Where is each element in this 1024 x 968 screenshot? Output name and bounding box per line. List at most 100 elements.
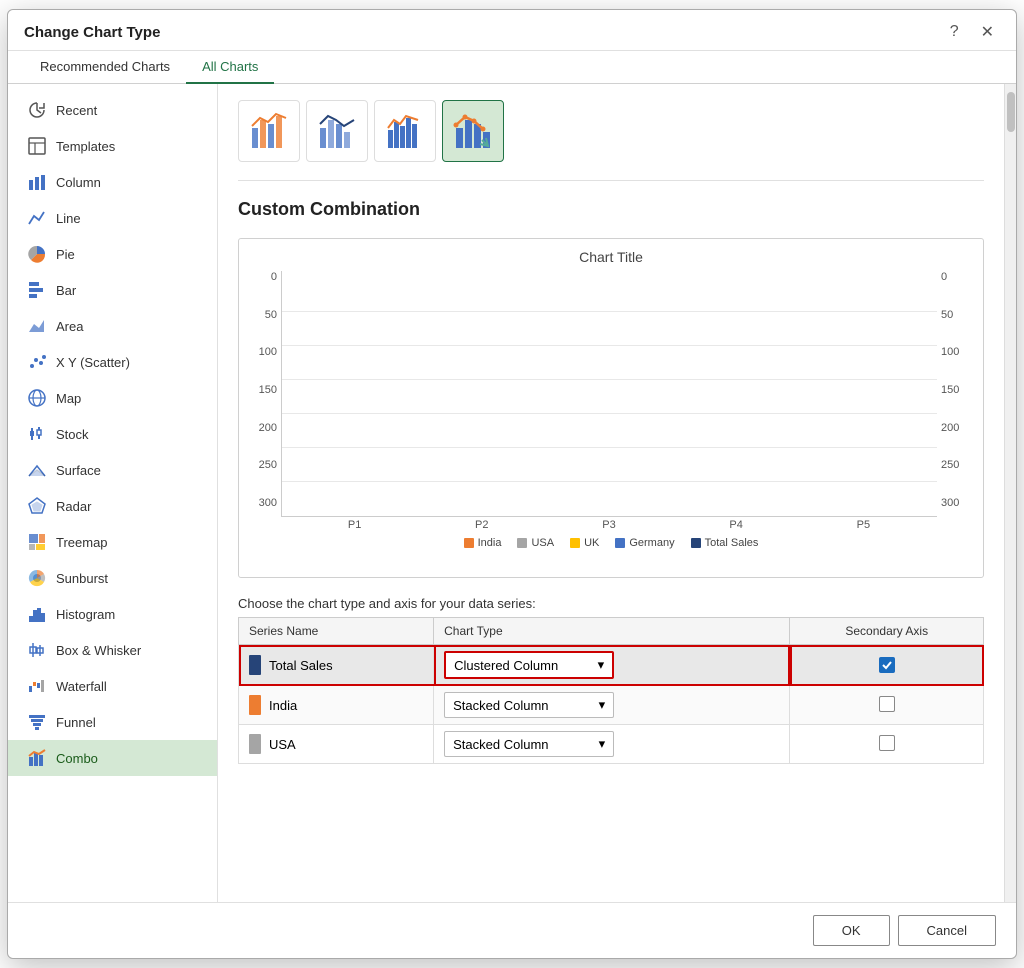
- swatch-usa: [249, 734, 261, 754]
- ok-button[interactable]: OK: [813, 915, 890, 946]
- legend-total-sales-dot: [691, 538, 701, 548]
- tab-all-charts[interactable]: All Charts: [186, 51, 274, 84]
- chart-type-cell-usa: Stacked Column ▾: [434, 725, 790, 764]
- table-row-total-sales: Total Sales Clustered Column ▾: [239, 645, 984, 686]
- checkbox-cell-total-sales: [790, 645, 984, 686]
- checkbox-india[interactable]: [879, 696, 895, 712]
- sidebar-item-bar[interactable]: Bar: [8, 272, 217, 308]
- type-select-india[interactable]: Stacked Column ▾: [444, 692, 614, 718]
- table-header-row: Series Name Chart Type Secondary Axis: [239, 618, 984, 645]
- sidebar-item-templates[interactable]: Templates: [8, 128, 217, 164]
- series-section: Choose the chart type and axis for your …: [238, 596, 984, 764]
- swatch-total-sales: [249, 655, 261, 675]
- sidebar-item-stock[interactable]: Stock: [8, 416, 217, 452]
- bars-area: P1 P2 P3 P4 P5: [281, 271, 937, 531]
- sidebar-item-waterfall[interactable]: Waterfall: [8, 668, 217, 704]
- tab-recommended[interactable]: Recommended Charts: [24, 51, 186, 84]
- surface-icon: [26, 459, 48, 481]
- sidebar-label-templates: Templates: [56, 139, 115, 154]
- legend-india-label: India: [478, 537, 502, 549]
- title-bar: Change Chart Type ? ✕: [8, 10, 1016, 51]
- combo-type-btn-2[interactable]: [306, 100, 368, 162]
- series-name-cell-total-sales: Total Sales: [239, 645, 434, 686]
- grid-bars: [281, 271, 937, 517]
- sidebar-label-combo: Combo: [56, 751, 98, 766]
- cancel-button[interactable]: Cancel: [898, 915, 996, 946]
- series-name-cell-india: India: [239, 686, 434, 725]
- dropdown-india: Stacked Column ▾: [444, 692, 779, 718]
- checkbox-cell-usa: [790, 725, 984, 764]
- legend-germany-label: Germany: [629, 537, 674, 549]
- legend-uk-dot: [570, 538, 580, 548]
- combo-type-btn-3[interactable]: [374, 100, 436, 162]
- scrollbar-thumb[interactable]: [1007, 92, 1015, 132]
- sidebar-item-line[interactable]: Line: [8, 200, 217, 236]
- sidebar-item-histogram[interactable]: Histogram: [8, 596, 217, 632]
- legend-uk: UK: [570, 537, 599, 549]
- histogram-icon: [26, 603, 48, 625]
- y-axis-right: 300 250 200 150 100 50 0: [937, 271, 973, 531]
- type-select-usa[interactable]: Stacked Column ▾: [444, 731, 614, 757]
- col-series-name: Series Name: [239, 618, 434, 645]
- sidebar-label-column: Column: [56, 175, 101, 190]
- legend-usa-label: USA: [531, 537, 554, 549]
- checkbox-total-sales[interactable]: [879, 657, 895, 673]
- dropdown-total-sales: Clustered Column ▾: [444, 651, 779, 679]
- sidebar-item-pie[interactable]: Pie: [8, 236, 217, 272]
- title-bar-left: Change Chart Type: [24, 24, 160, 41]
- help-button[interactable]: ?: [944, 21, 965, 43]
- table-row-india: India Stacked Column ▾: [239, 686, 984, 725]
- sidebar-item-area[interactable]: Area: [8, 308, 217, 344]
- stock-icon: [26, 423, 48, 445]
- chart-type-cell-india: Stacked Column ▾: [434, 686, 790, 725]
- legend-total-sales: Total Sales: [691, 537, 759, 549]
- sidebar-item-radar[interactable]: Radar: [8, 488, 217, 524]
- dialog-footer: OK Cancel: [8, 902, 1016, 958]
- change-chart-type-dialog: Change Chart Type ? ✕ Recommended Charts…: [7, 9, 1017, 959]
- section-divider: [238, 180, 984, 181]
- recent-icon: [26, 99, 48, 121]
- sidebar-item-treemap[interactable]: Treemap: [8, 524, 217, 560]
- main-panel: Custom Combination Chart Title 300 250 2…: [218, 84, 1004, 902]
- legend-germany-dot: [615, 538, 625, 548]
- sidebar-label-histogram: Histogram: [56, 607, 115, 622]
- sidebar-label-sunburst: Sunburst: [56, 571, 108, 586]
- sidebar-item-scatter[interactable]: X Y (Scatter): [8, 344, 217, 380]
- sidebar-item-sunburst[interactable]: Sunburst: [8, 560, 217, 596]
- sidebar-item-combo[interactable]: Combo: [8, 740, 217, 776]
- legend-germany: Germany: [615, 537, 674, 549]
- swatch-india: [249, 695, 261, 715]
- scatter-icon: [26, 351, 48, 373]
- combo-type-btn-4[interactable]: [442, 100, 504, 162]
- sidebar-label-funnel: Funnel: [56, 715, 96, 730]
- scrollbar[interactable]: [1004, 84, 1016, 902]
- type-select-total-sales[interactable]: Clustered Column ▾: [444, 651, 614, 679]
- sidebar-item-map[interactable]: Map: [8, 380, 217, 416]
- close-button[interactable]: ✕: [975, 20, 1000, 44]
- legend-india: India: [464, 537, 502, 549]
- x-axis-labels: P1 P2 P3 P4 P5: [281, 519, 937, 531]
- y-axis-left: 300 250 200 150 100 50 0: [249, 271, 281, 531]
- sidebar-label-recent: Recent: [56, 103, 97, 118]
- sidebar-label-radar: Radar: [56, 499, 91, 514]
- sidebar-item-column[interactable]: Column: [8, 164, 217, 200]
- sidebar-item-funnel[interactable]: Funnel: [8, 704, 217, 740]
- column-icon: [26, 171, 48, 193]
- sidebar-label-map: Map: [56, 391, 81, 406]
- col-secondary-axis: Secondary Axis: [790, 618, 984, 645]
- sidebar-item-surface[interactable]: Surface: [8, 452, 217, 488]
- title-bar-right: ? ✕: [944, 20, 1000, 44]
- sidebar-label-surface: Surface: [56, 463, 101, 478]
- waterfall-icon: [26, 675, 48, 697]
- line-icon: [26, 207, 48, 229]
- series-name-inner: Total Sales: [249, 655, 423, 675]
- checkbox-usa[interactable]: [879, 735, 895, 751]
- sidebar-item-boxwhisker[interactable]: Box & Whisker: [8, 632, 217, 668]
- sidebar-label-bar: Bar: [56, 283, 76, 298]
- chart-type-cell-total-sales: Clustered Column ▾: [434, 645, 790, 686]
- series-section-label: Choose the chart type and axis for your …: [238, 596, 984, 611]
- combo-type-btn-1[interactable]: [238, 100, 300, 162]
- sidebar-item-recent[interactable]: Recent: [8, 92, 217, 128]
- chart-title: Chart Title: [249, 249, 973, 265]
- legend-usa-dot: [517, 538, 527, 548]
